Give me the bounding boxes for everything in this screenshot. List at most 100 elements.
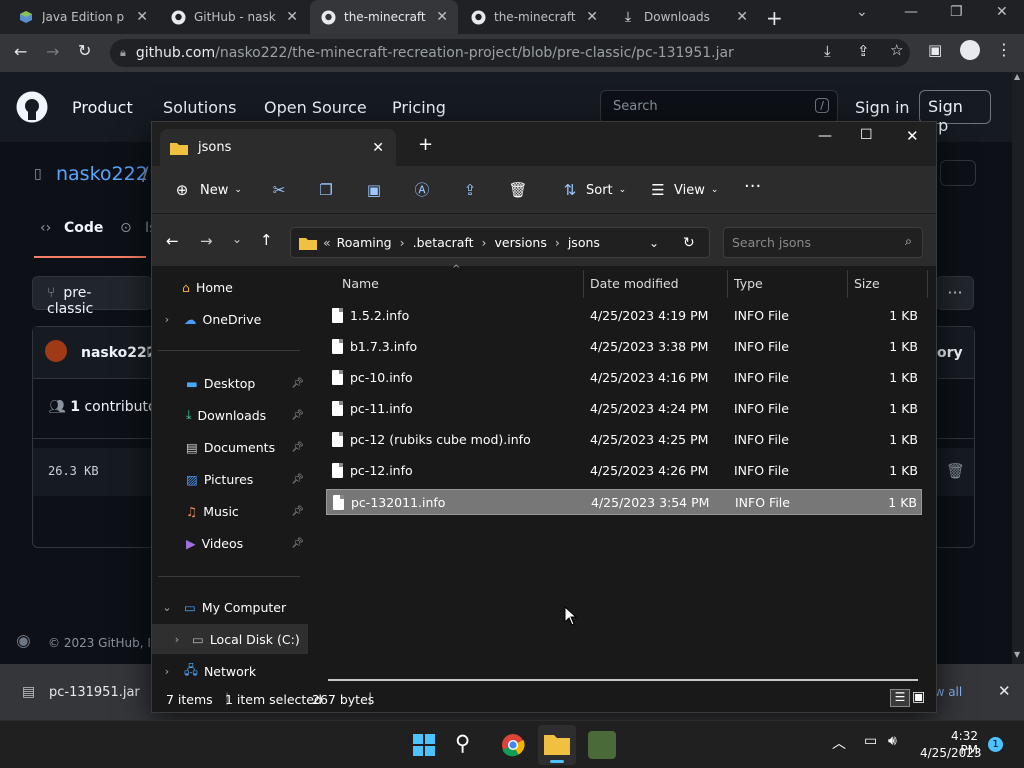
trash-icon[interactable]: 🗑︎ <box>946 462 965 480</box>
reload-icon[interactable]: ↻ <box>78 41 91 60</box>
breadcrumb-overflow-icon[interactable]: « <box>323 235 331 250</box>
close-icon[interactable]: ✕ <box>736 9 748 25</box>
close-icon[interactable]: ✕ <box>998 682 1011 700</box>
pin-icon[interactable]: 📌︎ <box>291 442 304 453</box>
refresh-icon[interactable]: ↻ <box>683 235 695 251</box>
delete-button[interactable]: 🗑︎ <box>508 180 528 200</box>
horizontal-scrollbar[interactable] <box>328 679 918 681</box>
cut-button[interactable]: ✂ <box>269 180 289 200</box>
history-link[interactable]: ory <box>937 345 963 361</box>
column-name[interactable]: Name <box>342 276 379 291</box>
tiles-view-icon[interactable]: ▣ <box>912 689 925 705</box>
taskbar-date[interactable]: 4/25/2023 <box>920 746 982 760</box>
explorer-search-input[interactable]: Search jsons ⌕ <box>723 227 923 258</box>
pin-icon[interactable]: 📌︎ <box>291 474 304 485</box>
file-row-selected[interactable]: pc-132011.info 4/25/2023 3:54 PM INFO File… <box>326 489 922 515</box>
chevron-right-icon[interactable]: › <box>160 665 174 678</box>
minimize-icon[interactable]: — <box>904 4 918 20</box>
column-divider[interactable] <box>847 270 848 298</box>
side-panel-icon[interactable]: ▣ <box>928 41 942 59</box>
windows-start-icon[interactable] <box>410 731 438 759</box>
column-size[interactable]: Size <box>854 276 880 291</box>
profile-avatar[interactable] <box>960 40 980 60</box>
file-row[interactable]: pc-12.info 4/25/2023 4:26 PM INFO File 1 KB <box>326 458 922 484</box>
install-icon[interactable]: ⤓ <box>824 42 831 60</box>
repo-dropdown-button[interactable] <box>940 160 976 186</box>
chrome-tab-1[interactable]: Java Edition pre ✕ <box>8 0 158 34</box>
file-row[interactable]: b1.7.3.info 4/25/2023 3:38 PM INFO File 1 K… <box>326 334 922 360</box>
explorer-tab[interactable]: jsons ✕ <box>160 129 396 166</box>
file-row[interactable]: pc-11.info 4/25/2023 4:24 PM INFO File 1 KB <box>326 396 922 422</box>
forward-arrow-icon[interactable]: → <box>200 232 213 250</box>
nav-network[interactable]: › 🖧︎ Network <box>152 656 308 686</box>
nav-my-computer[interactable]: ⌄ ▭ My Computer <box>152 592 308 622</box>
github-search-input[interactable]: Search / <box>600 90 838 124</box>
share-button[interactable]: ⇪ <box>460 180 480 200</box>
search-icon[interactable]: ⚲ <box>455 731 483 759</box>
breadcrumb-betacraft[interactable]: .betacraft <box>413 235 474 250</box>
maximize-icon[interactable]: ☐ <box>860 127 873 143</box>
paste-button[interactable]: ▣ <box>364 180 384 200</box>
column-divider[interactable] <box>727 270 728 298</box>
close-window-icon[interactable]: ✕ <box>996 4 1008 20</box>
nav-home[interactable]: ⌂ Home <box>152 272 308 302</box>
volume-icon[interactable]: 🔊︎ <box>888 733 897 749</box>
github-nav-pricing[interactable]: Pricing <box>392 98 446 117</box>
details-view-icon[interactable]: ☰ <box>890 689 910 707</box>
contributors-line[interactable]: 👥︎ 1 contributor <box>48 399 162 415</box>
breadcrumb[interactable]: « Roaming › .betacraft › versions › jsons ⌄… <box>290 227 710 258</box>
github-nav-solutions[interactable]: Solutions <box>163 98 237 117</box>
pin-icon[interactable]: 📌︎ <box>291 506 304 517</box>
chrome-tab-3[interactable]: the-minecraft-re ✕ <box>310 0 458 34</box>
betacraft-launcher-icon[interactable] <box>588 731 616 759</box>
chrome-tab-4[interactable]: the-minecraft-re ✕ <box>460 0 608 34</box>
branch-select[interactable]: ⑂ pre-classic <box>32 276 152 317</box>
chevron-up-icon[interactable]: ︿ <box>832 733 846 753</box>
signup-button[interactable]: Sign up <box>919 90 991 135</box>
close-window-icon[interactable]: ✕ <box>906 127 919 145</box>
file-row[interactable]: pc-12 (rubiks cube mod).info 4/25/2023 4:… <box>326 427 922 453</box>
network-icon[interactable]: ▭ <box>864 733 877 749</box>
avatar[interactable] <box>45 340 67 362</box>
more-options-icon[interactable]: ··· <box>936 276 974 310</box>
signin-link[interactable]: Sign in <box>855 98 910 117</box>
nav-downloads[interactable]: ⤓ Downloads 📌︎ <box>152 400 308 430</box>
new-tab-button[interactable]: + <box>766 6 783 30</box>
column-type[interactable]: Type <box>734 276 763 291</box>
share-icon[interactable]: ⇪ <box>857 42 870 60</box>
nav-music[interactable]: ♫ Music 📌︎ <box>152 496 308 526</box>
chevron-right-icon[interactable]: › <box>160 313 174 326</box>
back-arrow-icon[interactable]: ← <box>14 42 27 61</box>
forward-arrow-icon[interactable]: → <box>46 42 59 61</box>
breadcrumb-roaming[interactable]: Roaming <box>337 235 392 250</box>
column-divider[interactable] <box>927 270 928 298</box>
address-bar[interactable]: 🔒︎ github.com/nasko222/the-minecraft-rec… <box>110 39 910 67</box>
column-date[interactable]: Date modified <box>590 276 679 291</box>
github-nav-product[interactable]: Product <box>72 98 133 117</box>
chevron-down-icon[interactable]: ⌄ <box>160 601 174 614</box>
tab-code[interactable]: Code <box>64 220 103 236</box>
chrome-tab-2[interactable]: GitHub - naskoa ✕ <box>160 0 308 34</box>
page-scrollbar[interactable]: ▲ ▼ <box>1012 72 1024 664</box>
kebab-menu-icon[interactable]: ⋮ <box>996 40 1012 59</box>
view-button[interactable]: ☰ View ⌄ <box>648 180 718 200</box>
file-row[interactable]: pc-10.info 4/25/2023 4:16 PM INFO File 1 KB <box>326 365 922 391</box>
restore-icon[interactable]: ❐ <box>950 4 963 20</box>
nav-local-disk[interactable]: › ▭ Local Disk (C:) <box>152 624 308 654</box>
nav-onedrive[interactable]: › ☁ OneDrive <box>152 304 308 334</box>
file-explorer-taskbar-button[interactable] <box>538 725 576 765</box>
bookmark-star-icon[interactable]: ☆ <box>890 41 903 59</box>
github-nav-open-source[interactable]: Open Source <box>264 98 367 117</box>
breadcrumb-jsons[interactable]: jsons <box>568 235 600 250</box>
copy-button[interactable]: ❐ <box>316 180 336 200</box>
tab-search-icon[interactable]: ⌄ <box>856 4 868 20</box>
back-arrow-icon[interactable]: ← <box>166 232 179 250</box>
new-button[interactable]: ⊕ New ⌄ <box>172 180 242 200</box>
close-icon[interactable]: ✕ <box>436 9 448 25</box>
minimize-icon[interactable]: — <box>818 128 832 144</box>
github-logo-icon[interactable] <box>16 91 48 123</box>
chevron-right-icon[interactable]: › <box>170 633 184 646</box>
nav-desktop[interactable]: ▬ Desktop 📌︎ <box>152 368 308 398</box>
chrome-icon[interactable] <box>499 731 527 759</box>
recent-locations-icon[interactable]: ⌄ <box>232 232 242 246</box>
